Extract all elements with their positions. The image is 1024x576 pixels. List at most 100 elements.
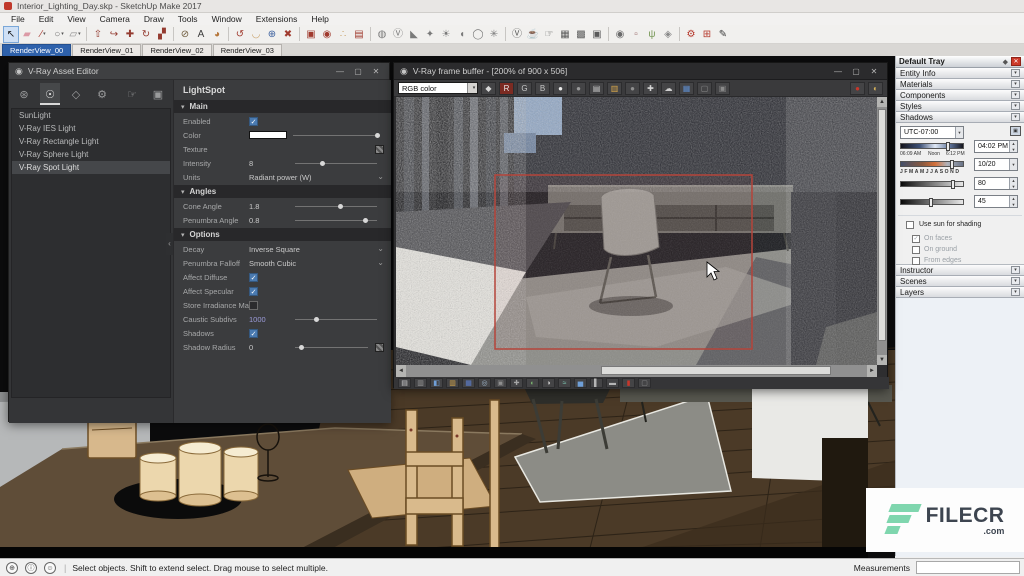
menu-edit[interactable]: Edit: [33, 14, 60, 24]
date-select[interactable]: 10/20 ▼: [974, 158, 1018, 171]
vfb-load-icon[interactable]: ▥: [446, 378, 459, 388]
asset-editor-titlebar[interactable]: ◉ V-Ray Asset Editor — ▢ ✕: [9, 63, 389, 80]
slider-color[interactable]: [293, 135, 377, 136]
vray-interactive-render-icon[interactable]: ☞: [541, 26, 557, 43]
scale-tool[interactable]: ▞: [154, 26, 170, 43]
vray-batch-render-icon[interactable]: ▩: [573, 26, 589, 43]
paint-bucket-tool[interactable]: ◕: [209, 26, 225, 43]
scroll-up-icon[interactable]: ▲: [877, 97, 887, 107]
vray-pack-scene-icon[interactable]: ⊞: [699, 26, 715, 43]
light-item-v-ray-rectangle-light[interactable]: V-Ray Rectangle Light: [12, 135, 170, 148]
collapse-panel-icon[interactable]: ‹: [166, 233, 173, 255]
panel-collapse-icon[interactable]: ▾: [1011, 80, 1020, 88]
slider-intensity[interactable]: [295, 163, 377, 164]
maximize-button[interactable]: ▢: [847, 67, 865, 76]
rectangle-tool[interactable]: ▱▾: [67, 26, 83, 43]
settings-icon[interactable]: ⚙: [92, 83, 112, 105]
vfb-curves-icon[interactable]: ≈: [558, 378, 571, 388]
time-slider-thumb[interactable]: [946, 142, 950, 151]
blue-channel-button[interactable]: B: [535, 82, 550, 95]
texture-slot-icon[interactable]: [375, 145, 384, 154]
display-checkbox-on-ground[interactable]: [912, 246, 920, 254]
spin-down-icon[interactable]: ▼: [1010, 147, 1017, 153]
vray-asset-editor-window[interactable]: ◉ V-Ray Asset Editor — ▢ ✕ ⊛☉◇⚙☞▣ SunLig…: [8, 62, 390, 422]
sign-in-icon[interactable]: ☺: [44, 562, 56, 574]
zoom-extents-tool[interactable]: ✖: [280, 26, 296, 43]
pin-icon[interactable]: ◆: [1003, 58, 1008, 66]
pan-tool[interactable]: ◡: [248, 26, 264, 43]
date-slider-thumb[interactable]: [950, 160, 954, 169]
panel-collapse-icon[interactable]: ▾: [1011, 113, 1020, 121]
scroll-down-icon[interactable]: ▼: [877, 355, 887, 365]
display-checkbox-on-faces[interactable]: ✓: [912, 235, 920, 243]
stamp-icon[interactable]: ▣: [715, 82, 730, 95]
checkbox-enabled[interactable]: ✓: [249, 117, 258, 126]
interactive-render-icon[interactable]: ☞: [122, 83, 142, 105]
scrollbar-thumb[interactable]: [601, 366, 831, 375]
chevron-down-icon[interactable]: ⌄: [377, 173, 384, 181]
open-image-icon[interactable]: ▥: [607, 82, 622, 95]
vfb-ab-compare-icon[interactable]: ◧: [430, 378, 443, 388]
vfb-save-icon[interactable]: ▤: [398, 378, 411, 388]
dark-slider[interactable]: [900, 199, 964, 205]
menu-extensions[interactable]: Extensions: [250, 14, 304, 24]
light-item-v-ray-ies-light[interactable]: V-Ray IES Light: [12, 122, 170, 135]
vfb-compare-horizontal-icon[interactable]: ▌: [590, 378, 603, 388]
section-header-angles[interactable]: ▾Angles: [174, 185, 391, 198]
chevron-down-icon[interactable]: ⌄: [377, 245, 384, 253]
checkbox-affect-specular[interactable]: ✓: [249, 287, 258, 296]
vray-omni-light-icon[interactable]: ✳: [486, 26, 502, 43]
checkbox-shadows[interactable]: ✓: [249, 329, 258, 338]
vray-asset-editor-icon[interactable]: Ⓥ: [509, 26, 525, 43]
slider-caustic-subdivs[interactable]: [295, 319, 377, 320]
minimize-button[interactable]: —: [829, 67, 847, 76]
scrollbar-thumb[interactable]: [878, 109, 886, 341]
zoom-tool[interactable]: ⊕: [264, 26, 280, 43]
chevron-down-icon[interactable]: ▼: [956, 127, 963, 138]
section-header-main[interactable]: ▾Main: [174, 100, 391, 113]
use-sun-checkbox[interactable]: [906, 221, 914, 229]
panel-collapse-icon[interactable]: ▾: [1011, 69, 1020, 77]
region-render-icon[interactable]: ▢: [697, 82, 712, 95]
vray-ies-light-icon[interactable]: ✦: [422, 26, 438, 43]
materials-icon[interactable]: ⊛: [14, 83, 34, 105]
close-button[interactable]: ✕: [367, 67, 385, 76]
light-slider[interactable]: [900, 181, 964, 187]
checkbox-affect-diffuse[interactable]: ✓: [249, 273, 258, 282]
orbit-tool[interactable]: ↺: [232, 26, 248, 43]
vfb-compare-vertical-icon[interactable]: ▬: [606, 378, 619, 388]
light-slider-thumb[interactable]: [951, 180, 955, 189]
export-image-icon[interactable]: ▤: [351, 26, 367, 43]
chevron-down-icon[interactable]: ⌄: [377, 259, 384, 267]
close-button[interactable]: ✕: [865, 67, 883, 76]
vfb-stereo-icon[interactable]: ▮: [622, 378, 635, 388]
panel-collapse-icon[interactable]: ▾: [1011, 102, 1020, 110]
tape-measure-tool[interactable]: ⊘: [177, 26, 193, 43]
slider-cone-angle[interactable]: [295, 206, 377, 207]
line-tool[interactable]: ∕▾: [35, 26, 51, 43]
slider-penumbra-angle[interactable]: [295, 220, 377, 221]
select-tool[interactable]: ↖: [3, 26, 19, 43]
position-camera-icon[interactable]: ▣: [303, 26, 319, 43]
geolocation-icon[interactable]: ⊕: [6, 562, 18, 574]
vray-fur-icon[interactable]: ψ: [644, 26, 660, 43]
display-checkbox-from-edges[interactable]: [912, 257, 920, 265]
claim-credit-icon[interactable]: ⓘ: [25, 562, 37, 574]
slider-thumb[interactable]: [320, 161, 325, 166]
menu-help[interactable]: Help: [305, 14, 334, 24]
tray-panel-materials[interactable]: Materials▾: [896, 79, 1024, 90]
slider-thumb[interactable]: [338, 204, 343, 209]
vfb-exposure-icon[interactable]: ◑: [542, 378, 555, 388]
light-item-v-ray-sphere-light[interactable]: V-Ray Sphere Light: [12, 148, 170, 161]
eraser-tool[interactable]: ▰: [19, 26, 35, 43]
vfb-pan-icon[interactable]: ✚: [510, 378, 523, 388]
lightmix-icon[interactable]: ◐: [868, 82, 883, 95]
tray-panel-components[interactable]: Components▾: [896, 90, 1024, 101]
record-icon[interactable]: ●: [850, 82, 865, 95]
tab-renderview-03[interactable]: RenderView_03: [213, 44, 282, 56]
render-region-rectangle[interactable]: [495, 175, 752, 349]
duplicate-to-mem-icon[interactable]: ✚: [643, 82, 658, 95]
menu-camera[interactable]: Camera: [94, 14, 136, 24]
vfb-corrections-icon[interactable]: ◆: [481, 82, 496, 95]
time-spinbox[interactable]: 04:02 PM ▲▼: [974, 140, 1018, 153]
